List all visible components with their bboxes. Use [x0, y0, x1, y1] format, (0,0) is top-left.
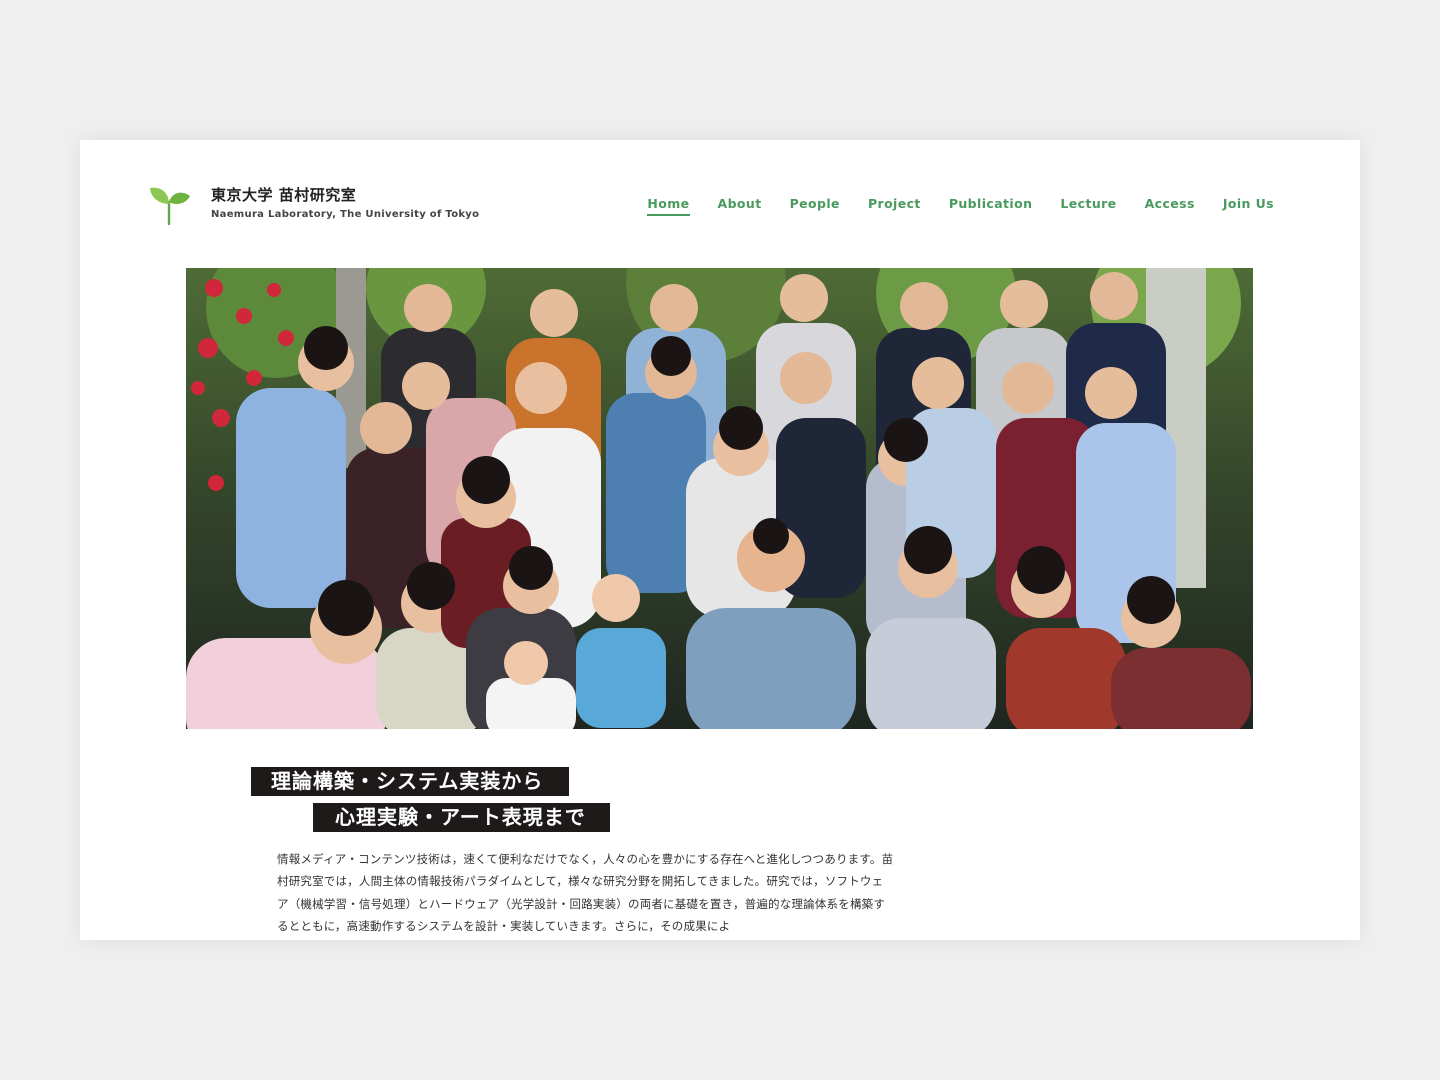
- main-nav: Home About People Project Publication Le…: [647, 196, 1274, 216]
- lab-name-ja: 東京大学 苗村研究室: [211, 186, 357, 204]
- nav-access[interactable]: Access: [1145, 196, 1195, 216]
- site-logo[interactable]: 東京大学 苗村研究室 Naemura Laboratory, The Unive…: [148, 180, 479, 226]
- nav-home[interactable]: Home: [647, 196, 690, 216]
- headline-line-2: 心理実験・アート表現まで: [313, 803, 610, 832]
- nav-join-us[interactable]: Join Us: [1223, 196, 1274, 216]
- nav-about[interactable]: About: [718, 196, 762, 216]
- headline-line-1: 理論構築・システム実装から: [251, 767, 570, 796]
- nav-project[interactable]: Project: [868, 196, 921, 216]
- intro-headline: 理論構築・システム実装から 心理実験・アート表現まで: [251, 767, 610, 832]
- nav-publication[interactable]: Publication: [949, 196, 1033, 216]
- nav-lecture[interactable]: Lecture: [1060, 196, 1116, 216]
- nav-people[interactable]: People: [790, 196, 840, 216]
- group-photo-illustration: [186, 268, 1253, 729]
- intro-body-text: 情報メディア・コンテンツ技術は，速くて便利なだけでなく，人々の心を豊かにする存在…: [277, 852, 894, 934]
- hero-group-photo: [186, 268, 1253, 729]
- page-frame: 東京大学 苗村研究室 Naemura Laboratory, The Unive…: [80, 140, 1360, 940]
- lab-name-en: Naemura Laboratory, The University of To…: [211, 209, 480, 220]
- sprout-icon: [150, 187, 190, 226]
